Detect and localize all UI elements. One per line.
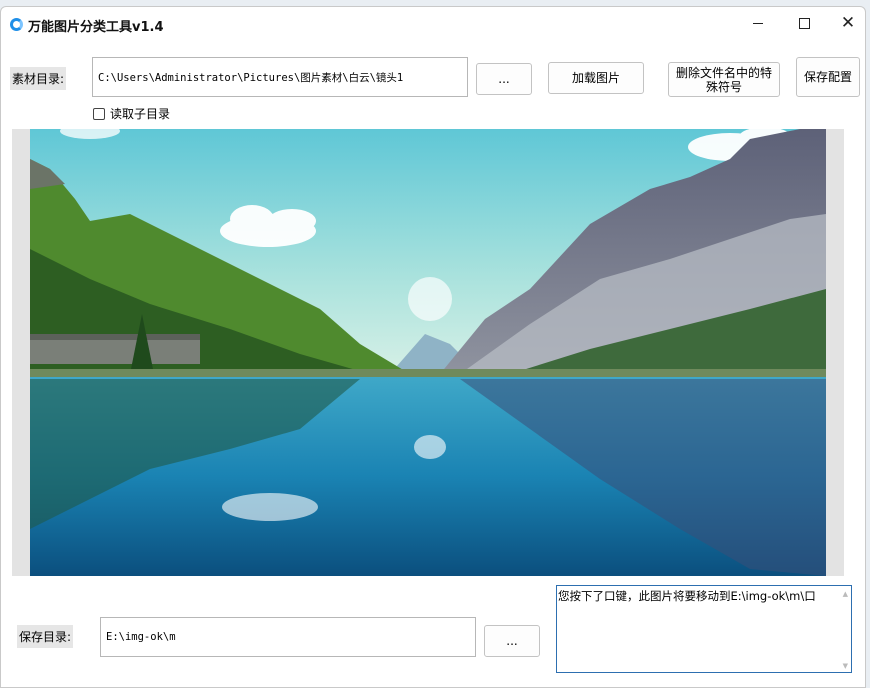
status-message-text: 您按下了口键，此图片将要移动到E:\img-ok\m\口 [558,589,816,603]
title-bar: 万能图片分类工具v1.4 ✕ [1,7,865,41]
app-logo-icon [10,18,23,31]
window-title: 万能图片分类工具v1.4 [28,20,164,35]
read-subdir-checkbox[interactable] [93,107,105,120]
strip-special-chars-button[interactable]: 删除文件名中的特殊符号 [668,62,780,97]
scroll-up-icon[interactable]: ▲ [843,590,848,598]
source-dir-input[interactable]: C:\Users\Administrator\Pictures\图片素材\白云\… [92,57,468,97]
read-subdir-label: 读取子目录 [110,107,171,121]
save-config-button[interactable]: 保存配置 [796,57,860,97]
maximize-button[interactable] [781,7,827,39]
load-images-button[interactable]: 加载图片 [548,62,644,94]
landscape-image-icon [30,129,826,576]
app-window: 万能图片分类工具v1.4 ✕ 素材目录: C:\Users\Administra… [0,6,866,688]
scroll-down-icon[interactable]: ▼ [843,662,848,670]
source-browse-button[interactable]: ... [476,63,532,95]
close-button[interactable]: ✕ [825,7,865,39]
save-dir-label: 保存目录: [17,625,74,648]
source-dir-label: 素材目录: [10,67,67,90]
read-subdir-checkbox-row[interactable]: 读取子目录 [93,105,170,122]
status-message-box[interactable]: 您按下了口键，此图片将要移动到E:\img-ok\m\口 ▲ ▼ [556,585,852,673]
minimize-button[interactable] [735,7,781,39]
image-preview-panel [12,129,844,576]
image-preview [30,129,826,576]
save-dir-input[interactable]: E:\img-ok\m [100,617,476,657]
save-browse-button[interactable]: ... [484,625,540,657]
